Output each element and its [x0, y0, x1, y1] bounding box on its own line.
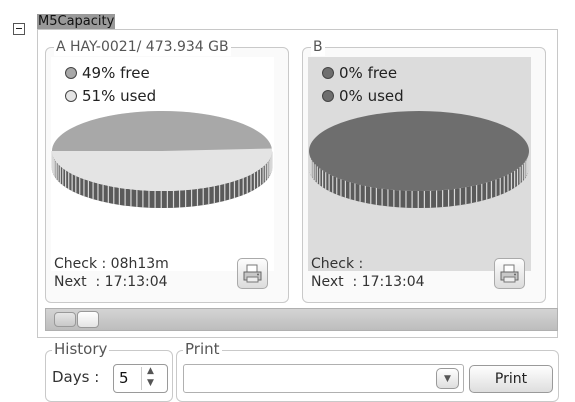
used-label: 0% used: [339, 87, 404, 105]
combo-dropdown-button[interactable]: ▼: [436, 368, 459, 389]
next-text-a: Next : 17:13:04: [54, 274, 168, 290]
horizontal-scrollbar[interactable]: [45, 308, 558, 331]
pie-free-slice: [52, 111, 272, 151]
scroll-left-button[interactable]: [54, 312, 76, 327]
spin-divider: [141, 367, 142, 390]
free-label: 49% free: [82, 64, 150, 82]
disk-b-title: B: [311, 38, 325, 56]
history-group: History Days : 5 ▲ ▼: [45, 340, 173, 402]
tree-node-title[interactable]: M5Capacity: [37, 14, 116, 30]
days-spinbox[interactable]: 5 ▲ ▼: [113, 364, 168, 393]
used-color-swatch: [65, 90, 77, 102]
pie-used-slice: [309, 111, 529, 191]
print-disk-a-button[interactable]: [237, 258, 268, 289]
disk-b-chart: 0% free 0% used: [308, 57, 531, 271]
disk-b-pie: [308, 111, 530, 208]
print-disk-b-button[interactable]: [494, 258, 525, 289]
legend-used-b: 0% used: [322, 87, 404, 105]
disk-group-b: B 0% free 0% used Check : Next : 17:13:0…: [302, 38, 546, 303]
chevron-up-icon[interactable]: ▲: [147, 366, 154, 376]
free-color-swatch: [322, 67, 334, 79]
legend-used-a: 51% used: [65, 87, 156, 105]
disk-a-pie: [51, 111, 273, 208]
used-color-swatch: [322, 90, 334, 102]
disk-a-title: A HAY-0021/ 473.934 GB: [54, 38, 231, 56]
disk-a-chart: 49% free 51% used: [51, 57, 274, 271]
days-label: Days :: [52, 368, 100, 386]
chevron-down-icon: ▼: [444, 374, 451, 384]
legend-free-b: 0% free: [322, 64, 397, 82]
legend-free-a: 49% free: [65, 64, 150, 82]
used-label: 51% used: [82, 87, 157, 105]
collapse-toggle[interactable]: [13, 23, 25, 35]
printer-icon: [243, 264, 262, 283]
check-text-b: Check :: [311, 256, 364, 272]
printer-select[interactable]: ▼: [183, 364, 464, 393]
chevron-down-icon[interactable]: ▼: [147, 378, 154, 388]
free-color-swatch: [65, 67, 77, 79]
printer-icon: [500, 264, 519, 283]
print-group: Print ▼ Print: [176, 340, 559, 402]
print-button[interactable]: Print: [469, 365, 553, 393]
history-group-label: History: [52, 340, 110, 358]
print-group-label: Print: [183, 340, 222, 358]
scroll-thumb[interactable]: [77, 311, 99, 328]
free-label: 0% free: [339, 64, 398, 82]
days-value[interactable]: 5: [119, 369, 129, 387]
check-text-a: Check : 08h13m: [54, 256, 169, 272]
next-text-b: Next : 17:13:04: [311, 274, 425, 290]
disk-group-a: A HAY-0021/ 473.934 GB 49% free 51% used…: [45, 38, 289, 303]
